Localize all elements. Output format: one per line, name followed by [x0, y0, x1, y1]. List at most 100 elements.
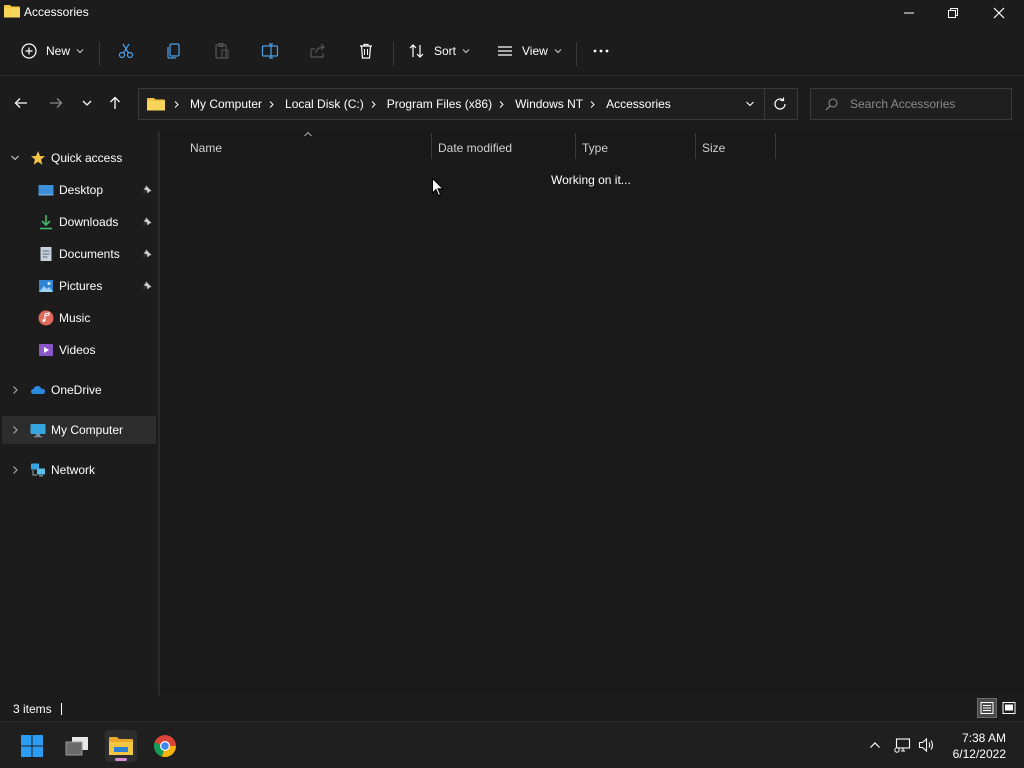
column-divider[interactable]	[575, 133, 576, 159]
refresh-icon[interactable]	[773, 97, 787, 111]
paste-button[interactable]	[213, 38, 231, 64]
pin-icon	[143, 281, 152, 290]
chrome-taskbar-button[interactable]	[149, 730, 181, 762]
volume-button[interactable]	[918, 736, 936, 754]
details-view-button[interactable]	[977, 698, 997, 718]
column-header-date-modified[interactable]: Date modified	[438, 138, 512, 158]
file-list[interactable]: Name Date modified Type Size Working on …	[160, 131, 1024, 695]
sidebar-item-label: Network	[51, 463, 96, 477]
large-icons-view-icon	[1002, 702, 1016, 714]
chevron-down-icon[interactable]	[745, 99, 755, 109]
column-divider[interactable]	[695, 133, 696, 159]
minimize-button[interactable]	[886, 0, 932, 26]
new-button[interactable]: New	[20, 38, 84, 64]
more-options-button[interactable]	[592, 38, 610, 64]
forward-button[interactable]	[46, 93, 66, 113]
sidebar-item-label: Documents	[59, 247, 120, 261]
sidebar-item-label: Videos	[59, 343, 96, 357]
star-icon	[31, 151, 45, 165]
chevron-down-icon	[462, 49, 470, 54]
sidebar-item-pictures[interactable]: Pictures	[2, 272, 156, 300]
breadcrumb-item[interactable]: Program Files (x86)	[387, 97, 515, 111]
document-icon	[40, 247, 52, 261]
column-header-type[interactable]: Type	[582, 138, 608, 158]
computer-icon	[30, 424, 46, 438]
chevron-right-icon[interactable]	[10, 385, 20, 395]
sidebar-item-music[interactable]: Music	[2, 304, 156, 332]
breadcrumb-label: Windows NT	[515, 97, 584, 111]
up-button[interactable]	[105, 93, 125, 113]
toolbar-divider	[576, 42, 577, 66]
paste-icon	[215, 43, 229, 59]
recent-locations-button[interactable]	[77, 93, 97, 113]
rename-icon	[261, 43, 279, 59]
view-list-icon	[498, 46, 512, 56]
taskbar: 7:38 AM 6/12/2022	[0, 721, 1024, 768]
chevron-right-icon	[269, 100, 274, 108]
sidebar-item-network[interactable]: Network	[2, 456, 156, 484]
sidebar-item-desktop[interactable]: Desktop	[2, 176, 156, 204]
sidebar-item-onedrive[interactable]: OneDrive	[2, 376, 156, 404]
chevron-right-icon[interactable]	[10, 465, 20, 475]
restore-button[interactable]	[930, 0, 976, 26]
delete-button[interactable]	[357, 38, 375, 64]
task-view-button[interactable]	[61, 730, 93, 762]
view-button[interactable]: View	[496, 38, 562, 64]
sidebar-item-quick-access[interactable]: Quick access	[2, 144, 156, 172]
search-input[interactable]	[850, 97, 1000, 111]
speaker-icon	[918, 737, 934, 753]
large-icons-view-button[interactable]	[999, 698, 1019, 718]
breadcrumb-item[interactable]: My Computer	[190, 97, 285, 111]
column-header-size[interactable]: Size	[702, 138, 725, 158]
sidebar-item-label: Pictures	[59, 279, 103, 293]
close-button[interactable]	[976, 0, 1022, 26]
chevron-up-icon	[870, 742, 880, 748]
start-button[interactable]	[16, 730, 48, 762]
column-header-name[interactable]: Name	[190, 138, 222, 158]
breadcrumb-separator[interactable]	[165, 100, 190, 108]
sidebar-item-my-computer[interactable]: My Computer	[2, 416, 156, 444]
view-button-label: View	[522, 44, 548, 58]
chevron-right-icon	[174, 100, 179, 108]
videos-icon	[39, 344, 53, 356]
chevron-down-icon[interactable]	[10, 153, 20, 163]
sidebar-item-documents[interactable]: Documents	[2, 240, 156, 268]
search-box[interactable]	[810, 88, 1012, 120]
file-explorer-taskbar-button[interactable]	[105, 730, 137, 762]
breadcrumb-label: Program Files (x86)	[386, 97, 493, 111]
title-bar: Accessories	[0, 0, 1024, 26]
breadcrumb-item[interactable]: Windows NT	[515, 97, 606, 111]
sidebar-item-label: Quick access	[51, 151, 123, 165]
trash-icon	[360, 43, 372, 59]
toolbar-divider	[99, 42, 100, 66]
sort-button[interactable]: Sort	[408, 38, 470, 64]
back-button[interactable]	[11, 93, 31, 113]
new-button-label: New	[46, 44, 71, 58]
command-bar: New Sort View	[0, 26, 1024, 76]
system-clock[interactable]: 7:38 AM 6/12/2022	[953, 730, 1006, 762]
column-header-label: Size	[702, 141, 726, 155]
chevron-right-icon[interactable]	[10, 425, 20, 435]
download-icon	[40, 215, 52, 230]
rename-button[interactable]	[261, 38, 279, 64]
copy-button[interactable]	[165, 38, 183, 64]
breadcrumb-item-current[interactable]: Accessories	[606, 97, 671, 111]
cloud-icon	[31, 386, 45, 394]
status-bar: 3 items	[0, 695, 1024, 721]
sidebar-item-downloads[interactable]: Downloads	[2, 208, 156, 236]
minimize-icon	[904, 12, 914, 14]
column-divider[interactable]	[775, 133, 776, 159]
address-bar[interactable]: My Computer Local Disk (C:) Program File…	[138, 88, 798, 120]
column-header-label: Name	[190, 141, 223, 155]
breadcrumb-item[interactable]: Local Disk (C:)	[285, 97, 387, 111]
share-button[interactable]	[309, 38, 327, 64]
column-divider[interactable]	[431, 133, 432, 159]
sidebar-item-label: OneDrive	[51, 383, 102, 397]
network-status-button[interactable]	[894, 736, 912, 754]
clock-time: 7:38 AM	[961, 731, 1006, 745]
search-icon	[825, 97, 838, 110]
show-hidden-icons-button[interactable]	[866, 736, 884, 754]
sidebar-item-videos[interactable]: Videos	[2, 336, 156, 364]
cut-button[interactable]	[117, 38, 135, 64]
chevron-right-icon	[590, 100, 595, 108]
